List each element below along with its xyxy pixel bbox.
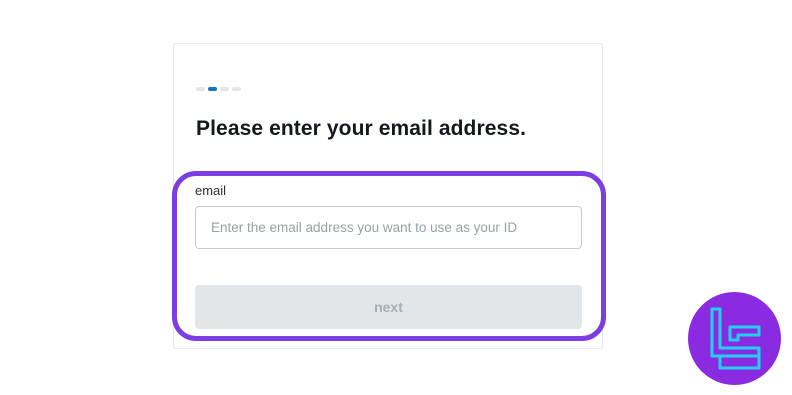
page-title: Please enter your email address. xyxy=(196,117,527,140)
progress-step-2 xyxy=(208,87,217,91)
tc-logo xyxy=(688,292,781,385)
step-progress-indicator xyxy=(196,87,241,91)
progress-step-4 xyxy=(232,87,241,91)
email-label: email xyxy=(195,183,227,198)
progress-step-3 xyxy=(220,87,229,91)
tc-monogram-icon xyxy=(710,307,761,370)
next-button[interactable]: next xyxy=(195,285,582,329)
progress-step-1 xyxy=(196,87,205,91)
email-field[interactable] xyxy=(195,206,582,249)
